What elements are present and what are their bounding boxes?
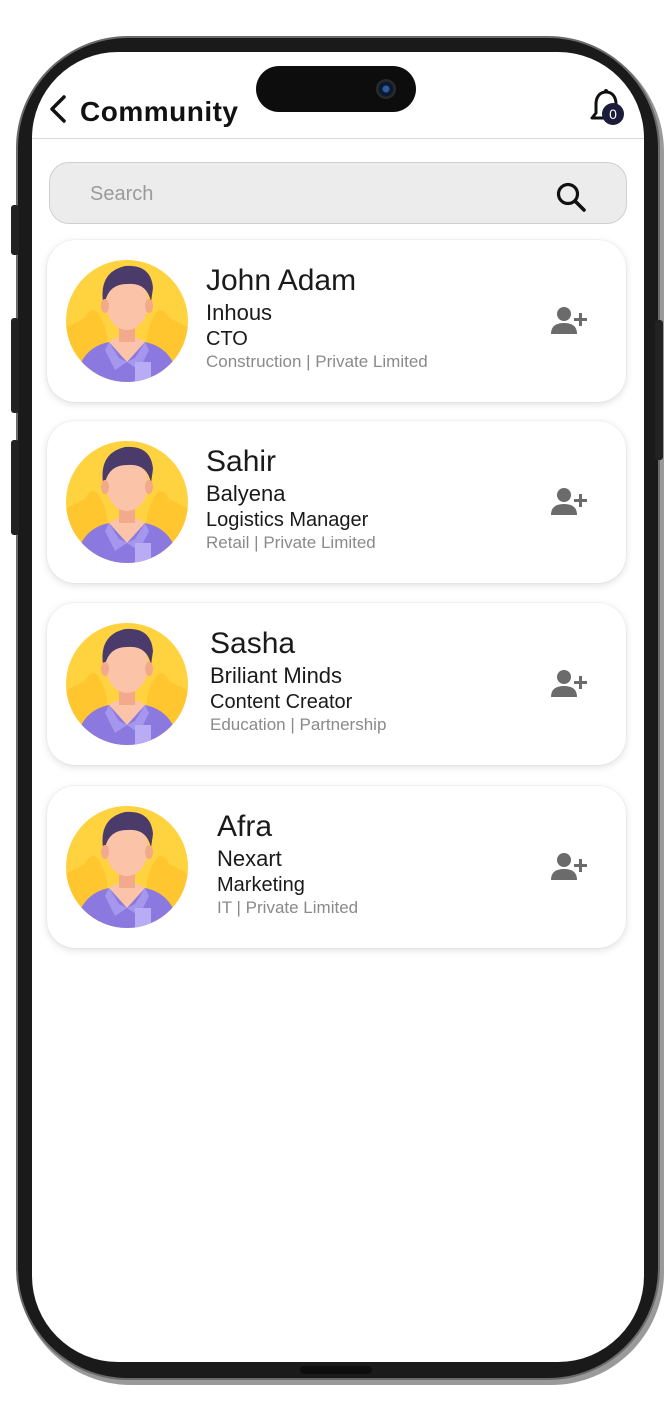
notification-badge: 0 <box>602 103 624 125</box>
bottom-notch <box>300 1366 372 1374</box>
avatar <box>65 804 189 930</box>
add-user-icon[interactable] <box>551 852 589 882</box>
camera-icon <box>376 79 396 99</box>
member-role: CTO <box>206 328 248 350</box>
member-company: Balyena <box>206 481 286 506</box>
member-name: Sasha <box>210 627 296 660</box>
member-name: Sahir <box>206 445 277 478</box>
volume-up-button <box>11 318 19 413</box>
search-input[interactable] <box>88 177 532 211</box>
member-role: Marketing <box>217 874 305 896</box>
search-bar[interactable] <box>49 162 627 224</box>
add-user-icon[interactable] <box>551 669 589 699</box>
chevron-left-icon[interactable] <box>48 94 68 124</box>
member-meta: IT | Private Limited <box>217 898 359 917</box>
dynamic-island <box>256 66 416 112</box>
member-meta: Retail | Private Limited <box>206 533 376 552</box>
member-role: Logistics Manager <box>206 509 369 531</box>
member-name: Afra <box>217 810 273 843</box>
volume-down-button <box>11 440 19 535</box>
mute-switch <box>11 205 19 255</box>
avatar <box>65 258 189 384</box>
member-company: Nexart <box>217 846 282 871</box>
avatar <box>65 621 189 747</box>
member-meta: Construction | Private Limited <box>206 352 428 371</box>
member-card[interactable]: Sasha Briliant Minds Content Creator Educat… <box>47 603 626 765</box>
member-card[interactable]: Sahir Balyena Logistics Manager Retail | Pr… <box>47 421 626 583</box>
member-company: Inhous <box>206 300 273 325</box>
member-role: Content Creator <box>210 691 353 713</box>
page-title: Community <box>80 96 239 127</box>
member-company: Briliant Minds <box>210 663 343 688</box>
member-card[interactable]: John Adam Inhous CTO Construction | Private… <box>47 240 626 402</box>
avatar <box>65 439 189 565</box>
add-user-icon[interactable] <box>551 306 589 336</box>
member-card[interactable]: Afra Nexart Marketing IT | Private Limited <box>47 786 626 948</box>
power-button <box>655 320 663 460</box>
search-icon[interactable] <box>555 181 587 213</box>
add-user-icon[interactable] <box>551 487 589 517</box>
member-meta: Education | Partnership <box>210 715 387 734</box>
member-name: John Adam <box>206 264 357 297</box>
